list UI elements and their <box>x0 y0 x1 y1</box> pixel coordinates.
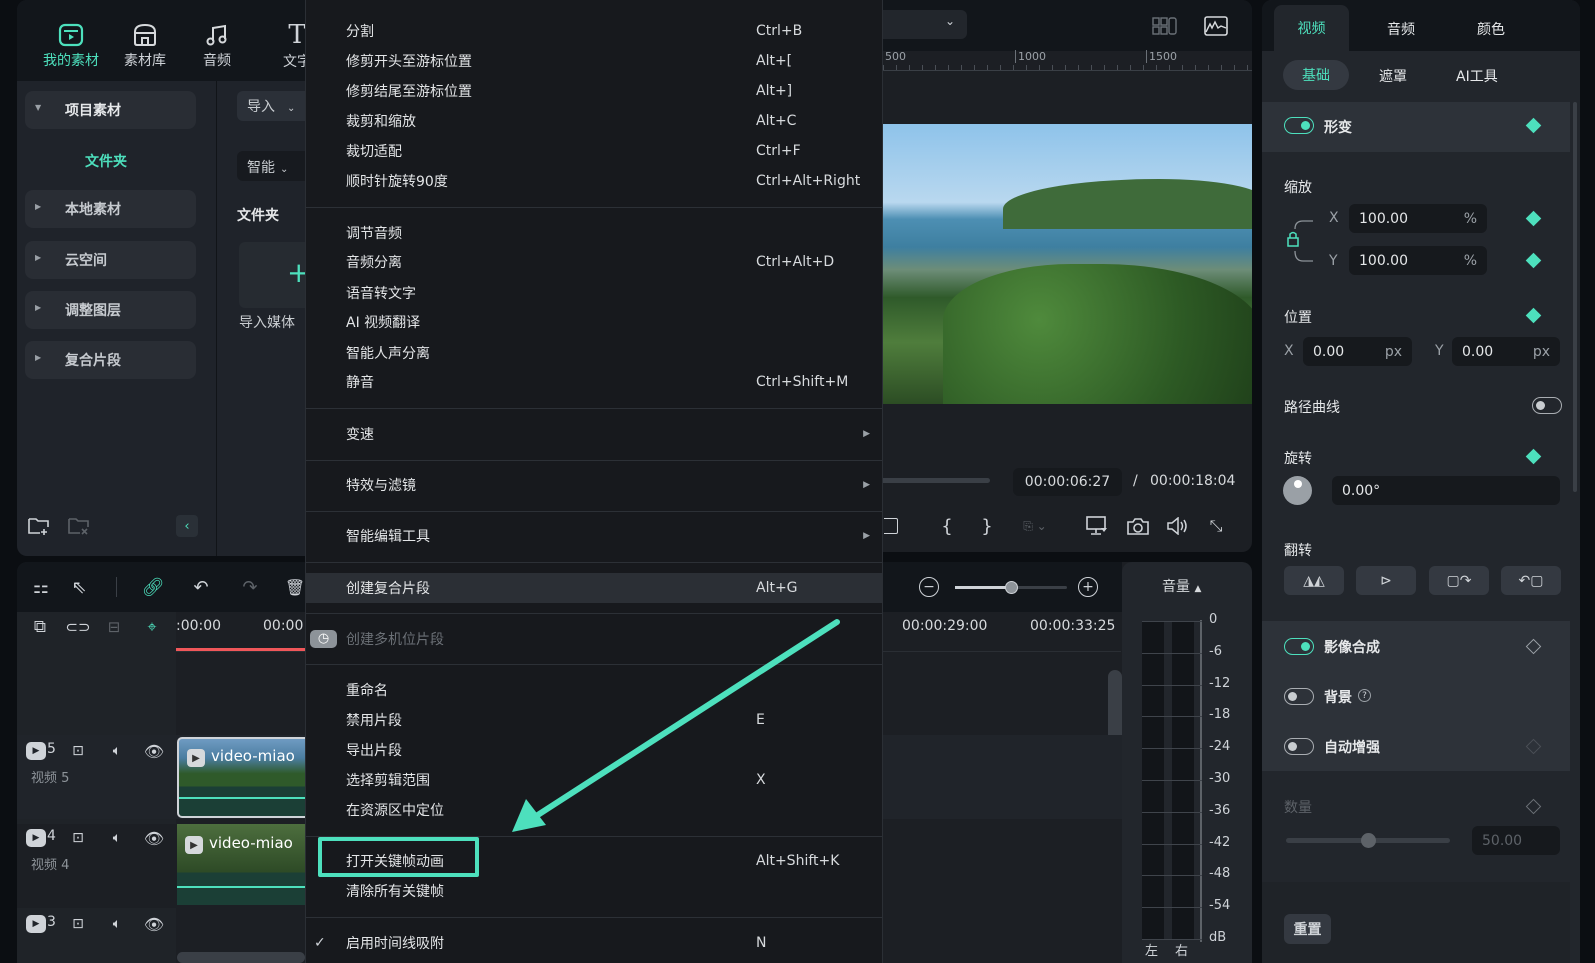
annotation-arrow <box>512 619 840 832</box>
